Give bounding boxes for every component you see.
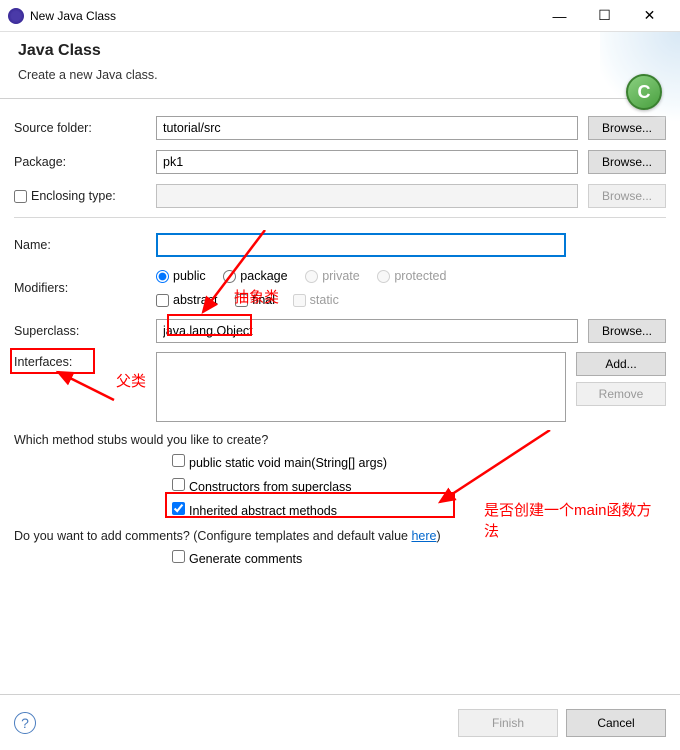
enclosing-type-input [156,184,578,208]
superclass-browse-button[interactable]: Browse... [588,319,666,343]
minimize-button[interactable]: — [537,0,582,32]
superclass-label: Superclass: [14,324,156,338]
form-content: Source folder: Browse... Package: Browse… [0,99,680,583]
source-folder-label: Source folder: [14,121,156,135]
titlebar: New Java Class — ☐ ✕ [0,0,680,32]
constructors-checkbox[interactable]: Constructors from superclass [172,477,652,497]
name-label: Name: [14,238,156,252]
generate-comments-checkbox[interactable]: Generate comments [172,549,652,569]
modifiers-label: Modifiers: [14,281,156,295]
modifier-public-radio[interactable]: public [156,266,206,286]
page-desc: Create a new Java class. [18,68,662,82]
package-input[interactable] [156,150,578,174]
wizard-header: Java Class Create a new Java class. C [0,32,680,99]
modifier-package-radio[interactable]: package [223,266,287,286]
package-label: Package: [14,155,156,169]
main-method-checkbox[interactable]: public static void main(String[] args) [172,453,652,473]
modifier-static-checkbox: static [293,290,339,310]
method-stubs-question: Which method stubs would you like to cre… [14,433,666,447]
package-browse-button[interactable]: Browse... [588,150,666,174]
interfaces-add-button[interactable]: Add... [576,352,666,376]
source-folder-input[interactable] [156,116,578,140]
enclosing-type-checkbox[interactable]: Enclosing type: [14,186,116,206]
modifier-abstract-checkbox[interactable]: abstract [156,290,217,310]
maximize-button[interactable]: ☐ [582,0,627,32]
interfaces-remove-button: Remove [576,382,666,406]
modifier-final-checkbox[interactable]: final [235,290,275,310]
enclosing-type-browse-button: Browse... [588,184,666,208]
comments-question: Do you want to add comments? (Configure … [14,529,666,543]
dialog-footer: ? Finish Cancel [0,694,680,750]
eclipse-icon [8,8,24,24]
close-button[interactable]: ✕ [627,0,672,32]
superclass-input[interactable] [156,319,578,343]
modifier-protected-radio: protected [377,266,446,286]
help-icon[interactable]: ? [14,712,36,734]
modifier-private-radio: private [305,266,360,286]
cancel-button[interactable]: Cancel [566,709,666,737]
interfaces-list[interactable] [156,352,566,422]
window-title: New Java Class [30,9,537,23]
interfaces-label: Interfaces: [14,352,156,369]
configure-templates-link[interactable]: here [411,529,436,543]
finish-button: Finish [458,709,558,737]
separator [14,217,666,218]
enclosing-type-label: Enclosing type: [31,186,116,206]
name-input[interactable] [156,233,566,257]
class-type-icon: C [626,74,662,110]
page-title: Java Class [18,42,662,60]
inherited-methods-checkbox[interactable]: Inherited abstract methods [172,501,652,521]
